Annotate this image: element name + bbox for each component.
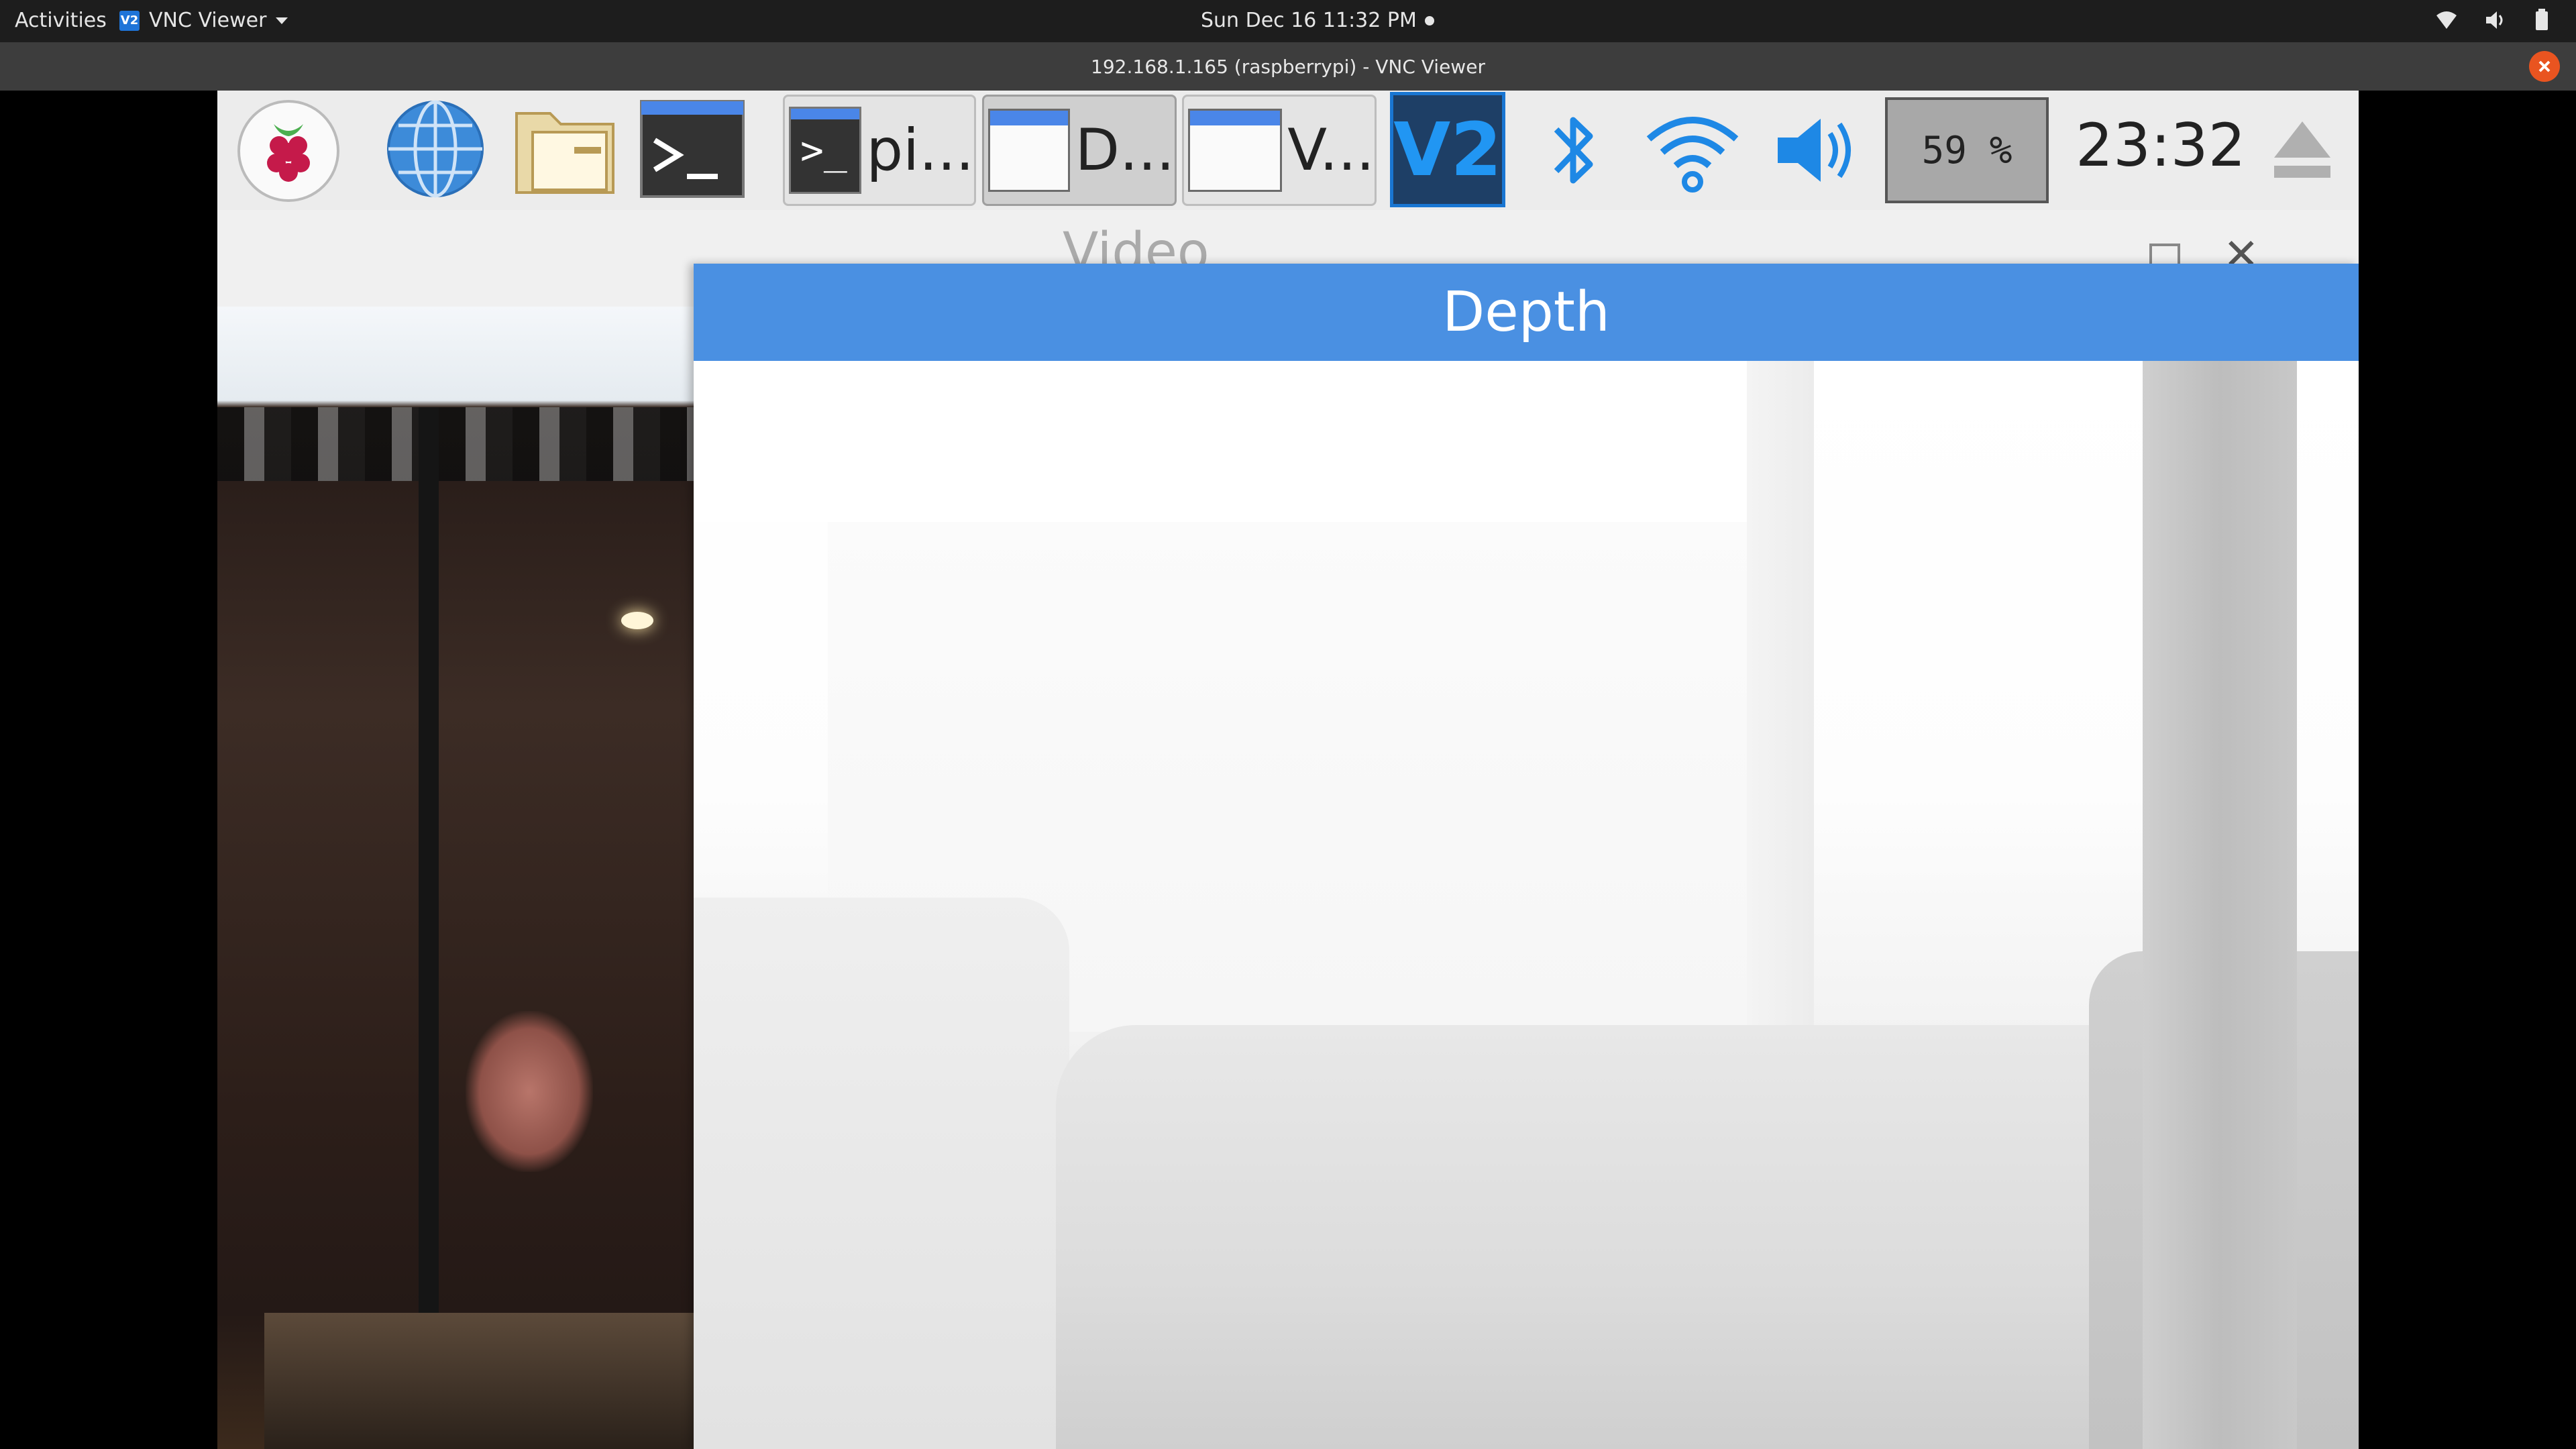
video-feed bbox=[217, 307, 694, 1449]
depth-map-view bbox=[694, 361, 2359, 1449]
depth-window-title[interactable]: Depth bbox=[694, 264, 2359, 361]
volume-icon[interactable] bbox=[1774, 113, 1861, 187]
date-time-label: Sun Dec 16 11:32 PM bbox=[1201, 9, 1417, 32]
light bbox=[621, 612, 653, 629]
pole bbox=[419, 407, 439, 1449]
app-menu-label: VNC Viewer bbox=[149, 9, 267, 32]
taskbar-item-label: pi... bbox=[866, 117, 975, 184]
table-edge bbox=[264, 1313, 694, 1449]
taskbar-panel: >_ pi... D... V... V2 59 % 23:32 bbox=[217, 91, 2359, 211]
vnc-server-icon[interactable]: V2 bbox=[1390, 92, 1505, 207]
cpu-usage-monitor[interactable]: 59 % bbox=[1885, 97, 2049, 203]
window-icon bbox=[1188, 109, 1283, 192]
volume-icon bbox=[2486, 11, 2503, 29]
window-title: 192.168.1.165 (raspberrypi) - VNC Viewer bbox=[1091, 56, 1485, 78]
close-button[interactable] bbox=[2529, 51, 2560, 82]
taskbar-item-label: V... bbox=[1287, 117, 1375, 184]
chevron-down-icon bbox=[276, 17, 288, 24]
window-icon bbox=[988, 109, 1070, 192]
depth-region bbox=[1747, 361, 1814, 1032]
panel-clock[interactable]: 23:32 bbox=[2076, 111, 2246, 180]
taskbar-item-video[interactable]: V... bbox=[1182, 95, 1377, 206]
depth-window[interactable]: Depth bbox=[694, 264, 2359, 1449]
activities-button[interactable]: Activities bbox=[15, 9, 107, 32]
terminal-icon[interactable] bbox=[639, 99, 746, 199]
remote-desktop[interactable]: >_ pi... D... V... V2 59 % 23:32 Video ✕… bbox=[217, 91, 2359, 1449]
wifi-icon bbox=[2436, 11, 2457, 29]
web-browser-icon[interactable] bbox=[385, 99, 486, 199]
wifi-icon[interactable] bbox=[1642, 108, 1743, 195]
system-tray[interactable] bbox=[2435, 9, 2549, 32]
raspberry-menu-icon[interactable] bbox=[236, 99, 341, 203]
hand bbox=[466, 1011, 593, 1172]
taskbar-item-label: D... bbox=[1075, 117, 1175, 184]
taskbar-item-terminal[interactable]: >_ pi... bbox=[783, 95, 976, 206]
depth-region bbox=[694, 898, 1069, 1449]
date-time[interactable]: Sun Dec 16 11:32 PM bbox=[1201, 9, 1434, 32]
notification-dot-icon bbox=[1424, 15, 1434, 25]
folder-icon[interactable] bbox=[513, 99, 620, 199]
ceiling-beam bbox=[217, 407, 694, 481]
terminal-icon: >_ bbox=[789, 107, 861, 194]
eject-icon[interactable] bbox=[2270, 117, 2334, 184]
taskbar-item-depth[interactable]: D... bbox=[982, 95, 1177, 206]
app-menu[interactable]: V2 VNC Viewer bbox=[119, 9, 288, 32]
depth-region bbox=[1056, 1025, 2237, 1449]
depth-region bbox=[2143, 361, 2297, 1449]
close-icon bbox=[2538, 60, 2551, 72]
bluetooth-icon[interactable] bbox=[1536, 107, 1610, 194]
battery-icon bbox=[2536, 9, 2548, 30]
vnc-app-icon: V2 bbox=[119, 10, 140, 31]
gnome-top-bar: Activities V2 VNC Viewer Sun Dec 16 11:3… bbox=[0, 0, 2576, 42]
depth-region bbox=[694, 361, 1747, 522]
vnc-window-titlebar[interactable]: 192.168.1.165 (raspberrypi) - VNC Viewer bbox=[0, 42, 2576, 91]
